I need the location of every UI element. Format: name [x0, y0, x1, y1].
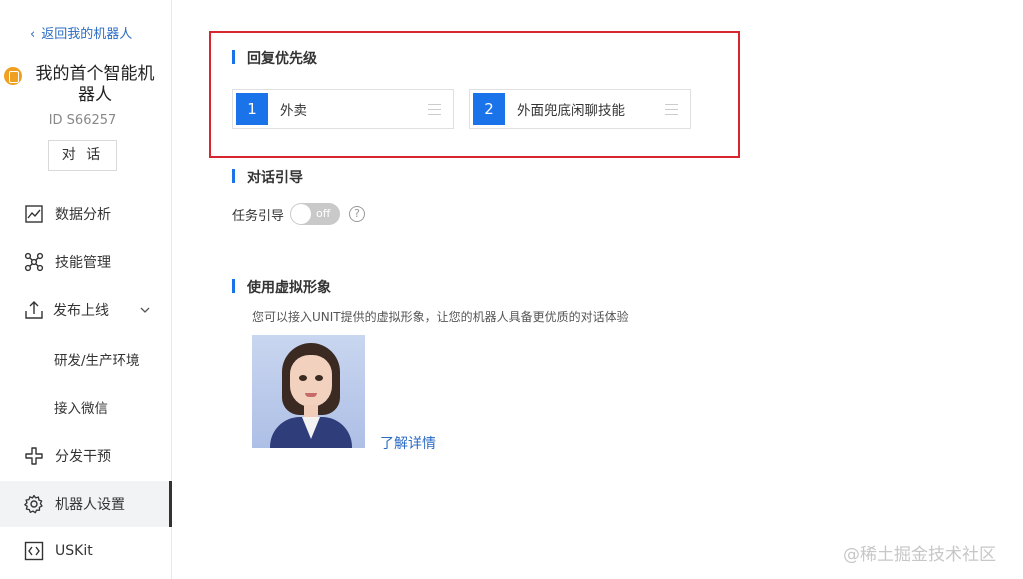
code-icon — [24, 541, 44, 561]
help-icon[interactable]: ? — [349, 206, 365, 222]
sidebar-item-label: 分发干预 — [55, 449, 111, 465]
skill-name: 外卖 — [280, 103, 307, 119]
bot-avatar-icon — [4, 67, 22, 85]
gear-icon — [24, 494, 44, 514]
sidebar-item-label: 机器人设置 — [55, 497, 125, 513]
toggle-knob — [291, 204, 311, 224]
bot-name: 我的首个智能机器人 — [35, 64, 155, 105]
learn-more-link[interactable]: 了解详情 — [380, 433, 436, 453]
sidebar: ‹ 返回我的机器人 我的首个智能机器人 ID S66257 对 话 数据分析 技能… — [0, 0, 172, 579]
sidebar-item-label: 发布上线 — [53, 303, 109, 319]
dialog-guide-title: 对话引导 — [232, 167, 303, 187]
network-icon — [24, 252, 44, 272]
sidebar-item-wechat[interactable]: 接入微信 — [0, 384, 171, 430]
sidebar-item-dev-prod-env[interactable]: 研发/生产环境 — [0, 336, 171, 382]
skill-name: 外面兜底闲聊技能 — [517, 103, 625, 119]
back-to-my-bots-link[interactable]: ‹ 返回我的机器人 — [30, 23, 132, 42]
sidebar-item-distribution[interactable]: 分发干预 — [0, 433, 171, 479]
drag-handle-icon[interactable] — [665, 104, 678, 115]
chevron-left-icon: ‹ — [30, 27, 36, 42]
crosshair-icon — [24, 446, 44, 466]
virtual-avatar-description: 您可以接入UNIT提供的虚拟形象，让您的机器人具备更优质的对话体验 — [252, 310, 629, 324]
priority-number: 2 — [473, 93, 505, 125]
chart-icon — [24, 204, 44, 224]
skill-priority-card-1[interactable]: 1 外卖 — [232, 89, 454, 129]
main-content: 回复优先级 1 外卖 2 外面兜底闲聊技能 对话引导 任务引导 off ? 使用… — [172, 0, 1023, 579]
sidebar-item-label: USKit — [55, 543, 93, 559]
toggle-state-label: off — [316, 207, 331, 220]
sidebar-item-uskit[interactable]: USKit — [0, 528, 171, 574]
sidebar-item-label: 研发/生产环境 — [54, 353, 140, 369]
task-guide-toggle[interactable]: off — [290, 203, 340, 225]
virtual-avatar-image[interactable] — [252, 335, 365, 448]
chat-button[interactable]: 对 话 — [48, 140, 117, 171]
task-guide-label: 任务引导 — [232, 209, 285, 224]
back-link-label: 返回我的机器人 — [41, 27, 133, 42]
sidebar-item-label: 数据分析 — [55, 207, 111, 223]
drag-handle-icon[interactable] — [428, 104, 441, 115]
sidebar-item-label: 技能管理 — [55, 255, 111, 271]
skill-priority-card-2[interactable]: 2 外面兜底闲聊技能 — [469, 89, 691, 129]
sidebar-item-bot-settings[interactable]: 机器人设置 — [0, 481, 172, 527]
sidebar-item-skill-management[interactable]: 技能管理 — [0, 239, 171, 285]
virtual-avatar-title: 使用虚拟形象 — [232, 277, 331, 297]
sidebar-item-publish[interactable]: 发布上线 — [0, 287, 171, 333]
reply-priority-title: 回复优先级 — [232, 48, 317, 68]
priority-number: 1 — [236, 93, 268, 125]
sidebar-item-label: 接入微信 — [54, 401, 108, 417]
watermark: @稀土掘金技术社区 — [843, 545, 996, 565]
upload-icon — [24, 300, 44, 320]
chevron-down-icon — [140, 305, 150, 316]
sidebar-item-data-analysis[interactable]: 数据分析 — [0, 191, 171, 237]
bot-id: ID S66257 — [48, 113, 117, 128]
